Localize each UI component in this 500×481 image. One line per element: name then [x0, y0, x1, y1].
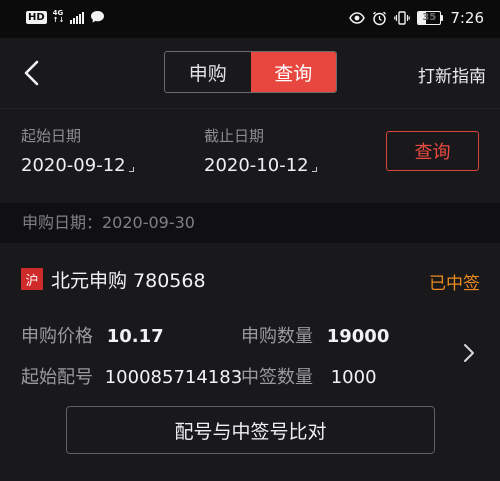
- end-date-label: 截止日期: [204, 127, 265, 145]
- eye-icon: [349, 12, 366, 24]
- stock-name: 北元申购 780568: [51, 270, 206, 292]
- winning-quantity-label: 中签数量: [241, 367, 313, 388]
- hd-indicator: HD: [26, 10, 47, 24]
- quantity-value: 19000: [326, 326, 390, 347]
- chevron-right-icon[interactable]: [462, 343, 476, 363]
- tab-subscribe[interactable]: 申购: [165, 52, 251, 92]
- signal-strength-icon: [70, 11, 85, 24]
- status-bar: HD 4G ↑↓ 35 7:26: [0, 0, 500, 38]
- subscription-date-header: 申购日期：2020-09-30: [0, 203, 500, 243]
- battery-percent: 35: [422, 12, 437, 23]
- app-header: 申购 查询 打新指南: [0, 38, 500, 108]
- quantity-label: 申购数量: [241, 326, 313, 347]
- query-button[interactable]: 查询: [386, 131, 479, 171]
- start-number-row: 起始配号 100085714183: [21, 363, 242, 389]
- date-filter-panel: 起始日期 2020-09-12 截止日期 2020-10-12 查询: [0, 108, 500, 203]
- network-type-indicator: 4G ↑↓: [52, 9, 65, 24]
- back-arrow-icon[interactable]: [20, 59, 44, 87]
- chat-bubble-icon: [91, 11, 105, 23]
- alarm-clock-icon: [373, 11, 387, 25]
- battery-icon: 35: [417, 11, 444, 25]
- market-badge: 沪: [21, 268, 43, 290]
- dropdown-corner-icon: [128, 167, 134, 172]
- vibrate-icon: [394, 11, 411, 25]
- quantity-row: 申购数量 19000: [241, 322, 389, 348]
- start-date-picker[interactable]: 2020-09-12: [21, 155, 134, 176]
- winning-quantity-value: 1000: [330, 367, 377, 388]
- end-date-picker[interactable]: 2020-10-12: [204, 155, 317, 176]
- dropdown-corner-icon: [311, 167, 317, 172]
- winning-quantity-row: 中签数量 1000: [241, 363, 377, 389]
- start-number-value: 100085714183: [104, 367, 243, 388]
- compare-numbers-button[interactable]: 配号与中签号比对: [66, 406, 435, 454]
- price-row: 申购价格 10.17: [21, 322, 164, 348]
- end-date-value: 2020-10-12: [204, 155, 309, 176]
- status-badge: 已中签: [429, 274, 480, 294]
- clock-time: 7:26: [450, 9, 484, 27]
- subscription-record-card[interactable]: 沪 北元申购 780568 已中签 申购价格 10.17 申购数量 19000 …: [0, 243, 500, 481]
- mode-segmented-control: 申购 查询: [164, 51, 337, 93]
- price-label: 申购价格: [21, 326, 93, 347]
- start-number-label: 起始配号: [21, 367, 93, 388]
- start-date-label: 起始日期: [21, 127, 82, 145]
- ipo-guide-link[interactable]: 打新指南: [418, 62, 486, 87]
- start-date-value: 2020-09-12: [21, 155, 126, 176]
- price-value: 10.17: [106, 326, 164, 347]
- tab-query[interactable]: 查询: [250, 52, 336, 92]
